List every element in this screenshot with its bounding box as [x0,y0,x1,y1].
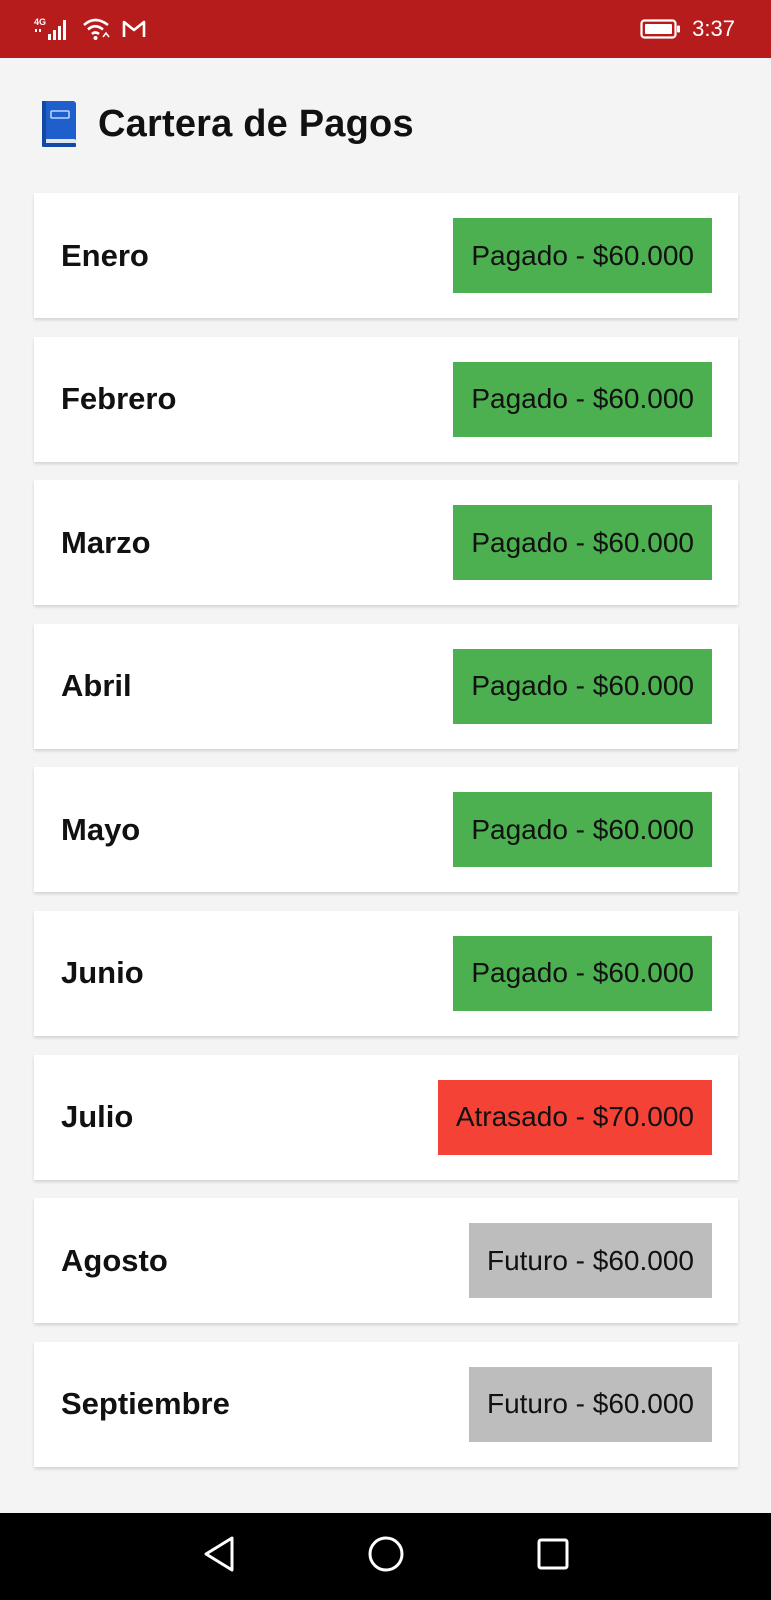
home-circle-icon [367,1535,405,1578]
status-badge-pagado: Pagado - $60.000 [453,218,712,293]
month-label: Abril [61,668,132,704]
payment-card-enero[interactable]: Enero Pagado - $60.000 [34,193,738,318]
month-label: Mayo [61,811,141,847]
payment-card-mayo[interactable]: Mayo Pagado - $60.000 [34,767,738,893]
network-label: 4G [34,17,46,27]
status-badge-pagado: Pagado - $60.000 [453,935,712,1011]
payment-card-septiembre[interactable]: Septiembre Futuro - $60.000 [34,1341,738,1467]
payment-card-julio[interactable]: Julio Atrasado - $70.000 [34,1054,738,1180]
status-badge-futuro: Futuro - $60.000 [468,1366,712,1442]
status-bar: 4G 3:37 [0,0,771,58]
status-badge-pagado: Pagado - $60.000 [453,505,712,581]
status-icons-right: 3:37 [640,16,735,42]
back-triangle-icon [201,1535,237,1578]
month-label: Julio [61,1099,134,1135]
status-time: 3:37 [692,16,735,41]
page-header: Cartera de Pagos [40,98,414,150]
book-icon [40,99,80,149]
status-badge-pagado: Pagado - $60.000 [453,361,712,437]
month-label: Enero [61,237,149,273]
status-icons-left: 4G [34,16,146,42]
status-badge-futuro: Futuro - $60.000 [468,1223,712,1299]
payment-card-febrero[interactable]: Febrero Pagado - $60.000 [34,336,738,462]
payment-list: Enero Pagado - $60.000 Febrero Pagado - $60… [34,193,738,1485]
wifi-icon [82,17,112,41]
navigation-bar [0,1513,771,1600]
month-label: Febrero [61,381,177,417]
battery-icon [640,18,682,40]
month-label: Agosto [61,1242,168,1278]
status-badge-atrasado: Atrasado - $70.000 [437,1079,712,1155]
payment-card-agosto[interactable]: Agosto Futuro - $60.000 [34,1198,738,1324]
month-label: Junio [61,955,144,991]
payment-card-abril[interactable]: Abril Pagado - $60.000 [34,623,738,749]
month-label: Marzo [61,524,151,560]
recents-button[interactable] [533,1537,573,1577]
payment-card-junio[interactable]: Junio Pagado - $60.000 [34,910,738,1036]
home-button[interactable] [366,1535,406,1578]
recents-square-icon [536,1537,570,1576]
payment-card-marzo[interactable]: Marzo Pagado - $60.000 [34,480,738,606]
back-button[interactable] [199,1535,239,1578]
gmail-icon [122,19,146,39]
status-badge-pagado: Pagado - $60.000 [453,792,712,868]
cellular-signal-icon: 4G [34,16,72,42]
month-label: Septiembre [61,1386,230,1422]
status-badge-pagado: Pagado - $60.000 [453,648,712,724]
page-title: Cartera de Pagos [98,102,414,145]
